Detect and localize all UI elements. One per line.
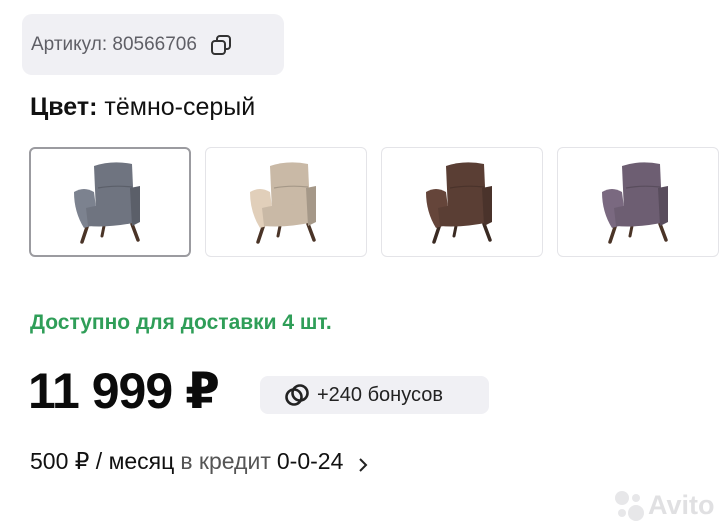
- bonus-chip[interactable]: +240 бонусов: [260, 376, 489, 414]
- watermark-text: Avito: [648, 489, 715, 520]
- color-value: тёмно-серый: [104, 93, 256, 121]
- armchair-image: [250, 162, 316, 244]
- chair-leg: [276, 224, 282, 238]
- swatch-brown[interactable]: [381, 147, 543, 257]
- color-line: Цвет: тёмно-серый: [30, 93, 255, 122]
- armchair-image: [74, 162, 140, 244]
- avito-logo-icon: [615, 491, 644, 521]
- chair-leg: [658, 222, 668, 242]
- credit-middle: в кредит: [180, 448, 271, 474]
- credit-plan: 0-0-24: [276, 448, 344, 474]
- chair-seat: [614, 204, 666, 227]
- price: 11 999 ₽: [28, 363, 220, 419]
- credit-link[interactable]: 500 ₽ / месяц в кредит 0-0-24: [30, 448, 369, 475]
- armchair-image: [426, 162, 492, 244]
- chair-leg: [482, 222, 492, 242]
- chair-seat: [262, 204, 314, 227]
- swatch-purple[interactable]: [557, 147, 719, 257]
- bonus-icon: [283, 381, 311, 409]
- chair-leg: [100, 224, 106, 238]
- bonus-text: +240 бонусов: [317, 383, 443, 406]
- swatch-beige[interactable]: [205, 147, 367, 257]
- chair-seat: [438, 204, 490, 227]
- sku-label: Артикул: 80566706: [31, 33, 197, 55]
- color-label: Цвет:: [30, 93, 98, 121]
- availability-text: Доступно для доставки 4 шт.: [30, 311, 332, 334]
- chair-leg: [452, 224, 458, 238]
- avito-watermark: Avito: [610, 486, 715, 524]
- chair-leg: [628, 224, 634, 238]
- color-swatches: [29, 147, 720, 257]
- chair-leg: [130, 222, 140, 242]
- chevron-right-icon: [357, 453, 369, 472]
- chair-seat: [86, 204, 138, 227]
- credit-amount: 500 ₽ / месяц: [30, 448, 175, 474]
- chair-leg: [306, 222, 316, 242]
- armchair-image: [602, 162, 668, 244]
- copy-icon[interactable]: [209, 33, 233, 57]
- sku-chip[interactable]: Артикул: 80566706: [22, 14, 284, 75]
- swatch-dark-grey[interactable]: [29, 147, 191, 257]
